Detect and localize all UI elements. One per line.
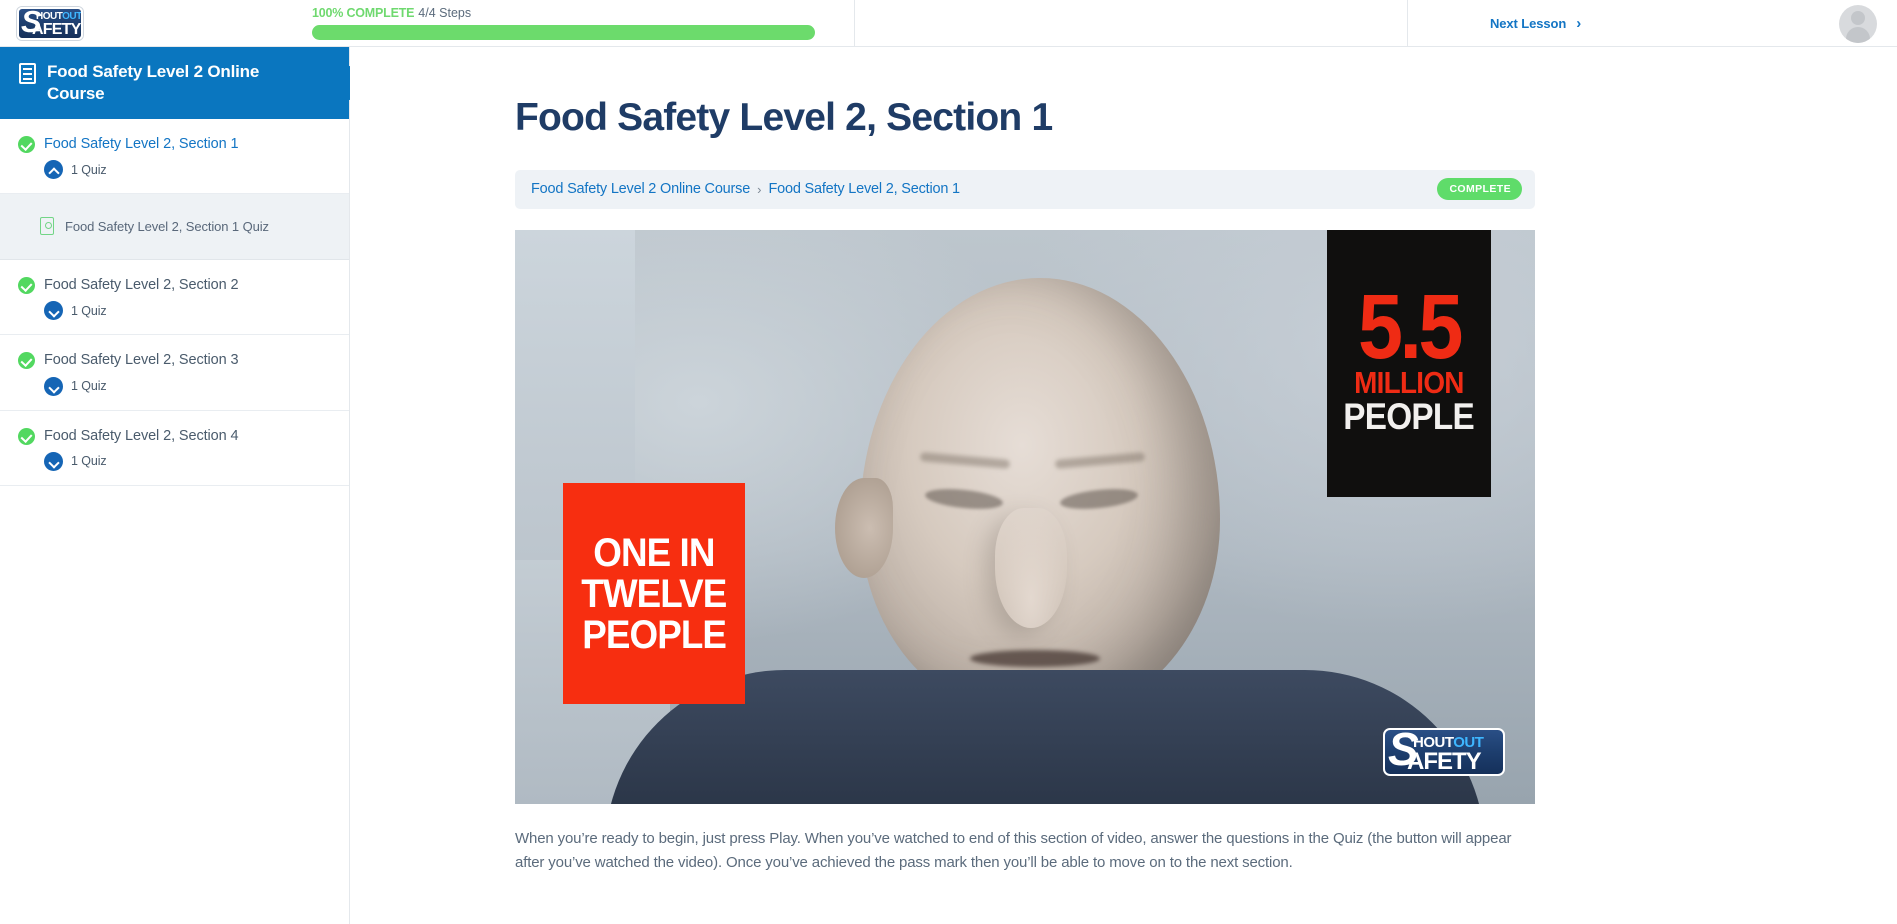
breadcrumb-item-course[interactable]: Food Safety Level 2 Online Course <box>531 181 750 197</box>
lesson-title: Food Safety Level 2, Section 3 <box>44 352 239 369</box>
overlay-black-million-label: MILLION <box>1354 365 1464 401</box>
progress-percent-label: 100% COMPLETE <box>312 6 415 21</box>
sidebar-lesson-list: Food Safety Level 2, Section 11 Quiz Food… <box>0 119 349 486</box>
shout-out-safety-logo[interactable]: S HOUTOUT AFETY <box>17 6 83 40</box>
check-circle-icon <box>18 427 35 445</box>
watermark-line-2: AFETY <box>1407 747 1482 775</box>
breadcrumb: Food Safety Level 2 Online Course › Food… <box>515 169 1535 209</box>
document-list-icon <box>19 63 36 84</box>
figure-ear <box>835 477 893 578</box>
lesson-quiz-row[interactable]: 1 Quiz <box>44 160 331 180</box>
content-inner: Food Safety Level 2, Section 1 Food Safe… <box>350 47 1535 874</box>
quiz-item-label: Food Safety Level 2, Section 1 Quiz <box>65 218 269 234</box>
video-overlay-one-in-twelve: ONE IN TWELVE PEOPLE <box>563 482 745 704</box>
avatar-head-shape <box>1851 10 1865 25</box>
lesson-body-text: When you’re ready to begin, just press P… <box>515 829 1512 871</box>
chevron-right-icon: › <box>1576 15 1582 32</box>
page-title: Food Safety Level 2, Section 1 <box>515 96 1053 139</box>
chevron-up-icon[interactable] <box>44 160 63 180</box>
quiz-count-label: 1 Quiz <box>71 454 107 469</box>
lesson-row[interactable]: Food Safety Level 2, Section 3 <box>18 351 331 370</box>
logo-out-text: OUT <box>62 10 82 22</box>
breadcrumb-separator: › <box>757 181 762 197</box>
figure-nose <box>995 507 1067 628</box>
logo-line-2: AFETY <box>32 20 81 38</box>
check-circle-icon <box>18 277 35 295</box>
sidebar-lesson-item[interactable]: Food Safety Level 2, Section 3 1 Quiz <box>0 335 349 411</box>
sidebar-course-title: Food Safety Level 2 Online Course <box>47 62 260 103</box>
video-person-figure <box>605 277 1485 804</box>
breadcrumb-item-lesson[interactable]: Food Safety Level 2, Section 1 <box>768 181 960 197</box>
lesson-row[interactable]: Food Safety Level 2, Section 1 <box>18 135 331 154</box>
quiz-count-label: 1 Quiz <box>71 379 107 394</box>
video-overlay-five-point-five-million: 5.5 MILLION PEOPLE <box>1327 229 1491 497</box>
brand-logo-cell[interactable]: S HOUTOUT AFETY <box>0 0 100 47</box>
sidebar-quiz-item[interactable]: Food Safety Level 2, Section 1 Quiz <box>40 217 331 236</box>
lesson-quiz-row[interactable]: 1 Quiz <box>44 301 331 321</box>
quiz-count-label: 1 Quiz <box>71 303 107 318</box>
lesson-quiz-row[interactable]: 1 Quiz <box>44 451 331 471</box>
topbar-divider-left <box>854 0 855 47</box>
sidebar-lesson-item[interactable]: Food Safety Level 2, Section 1 1 Quiz <box>0 119 349 195</box>
logo-hout-text: HOUT <box>36 10 63 22</box>
lesson-row[interactable]: Food Safety Level 2, Section 4 <box>18 427 331 445</box>
overlay-black-people-label: PEOPLE <box>1343 396 1475 438</box>
figure-mouth <box>970 649 1100 667</box>
next-lesson-label: Next Lesson <box>1490 16 1567 31</box>
top-bar: S HOUTOUT AFETY 100% COMPLETE 4/4 Steps N… <box>0 0 1897 47</box>
quiz-icon <box>40 217 54 236</box>
lesson-title: Food Safety Level 2, Section 2 <box>44 277 239 294</box>
overlay-red-line-3: PEOPLE <box>582 612 727 657</box>
lesson-row[interactable]: Food Safety Level 2, Section 2 <box>18 276 331 295</box>
status-badge: COMPLETE <box>1437 178 1522 201</box>
lesson-title: Food Safety Level 2, Section 1 <box>44 136 239 153</box>
overlay-red-line-1: ONE IN <box>593 530 715 575</box>
overlay-black-number: 5.5 <box>1358 275 1464 378</box>
sidebar-lesson-item[interactable]: Food Safety Level 2, Section 2 1 Quiz <box>0 260 349 336</box>
quiz-count-label: 1 Quiz <box>71 162 107 177</box>
overlay-red-line-2: TWELVE <box>581 571 727 616</box>
avatar-cell[interactable] <box>1839 0 1877 47</box>
progress-track <box>312 24 815 40</box>
sub-panel-notch <box>31 194 53 206</box>
chevron-down-icon[interactable] <box>44 451 63 471</box>
sidebar-lesson-item[interactable]: Food Safety Level 2, Section 4 1 Quiz <box>0 410 349 486</box>
check-circle-icon <box>18 136 35 154</box>
sidebar-course-header[interactable]: Food Safety Level 2 Online Course ‹ <box>0 47 366 120</box>
lesson-sub-panel: Food Safety Level 2, Section 1 Quiz <box>0 194 349 261</box>
topbar-divider-right <box>1407 0 1408 47</box>
lesson-quiz-row[interactable]: 1 Quiz <box>44 376 331 396</box>
lesson-title: Food Safety Level 2, Section 4 <box>44 427 239 444</box>
next-lesson-button[interactable]: Next Lesson › <box>1490 0 1581 47</box>
avatar[interactable] <box>1839 4 1877 43</box>
check-circle-icon <box>18 352 35 370</box>
video-watermark-logo: S HOUTOUT AFETY <box>1383 727 1505 776</box>
progress-fill <box>312 24 815 40</box>
lesson-video-player[interactable]: ONE IN TWELVE PEOPLE 5.5 MILLION PEOPLE … <box>515 229 1535 804</box>
progress-steps-label: 4/4 Steps <box>418 6 472 21</box>
logo-line-1: HOUTOUT <box>36 10 82 22</box>
course-progress: 100% COMPLETE 4/4 Steps <box>312 0 817 47</box>
main-content: Food Safety Level 2, Section 1 Food Safe… <box>350 47 1897 924</box>
chevron-down-icon[interactable] <box>44 376 63 396</box>
chevron-down-icon[interactable] <box>44 301 63 321</box>
avatar-body-shape <box>1846 26 1870 43</box>
course-sidebar: Food Safety Level 2 Online Course ‹ Food… <box>0 47 366 924</box>
progress-label-row: 100% COMPLETE 4/4 Steps <box>312 6 817 21</box>
